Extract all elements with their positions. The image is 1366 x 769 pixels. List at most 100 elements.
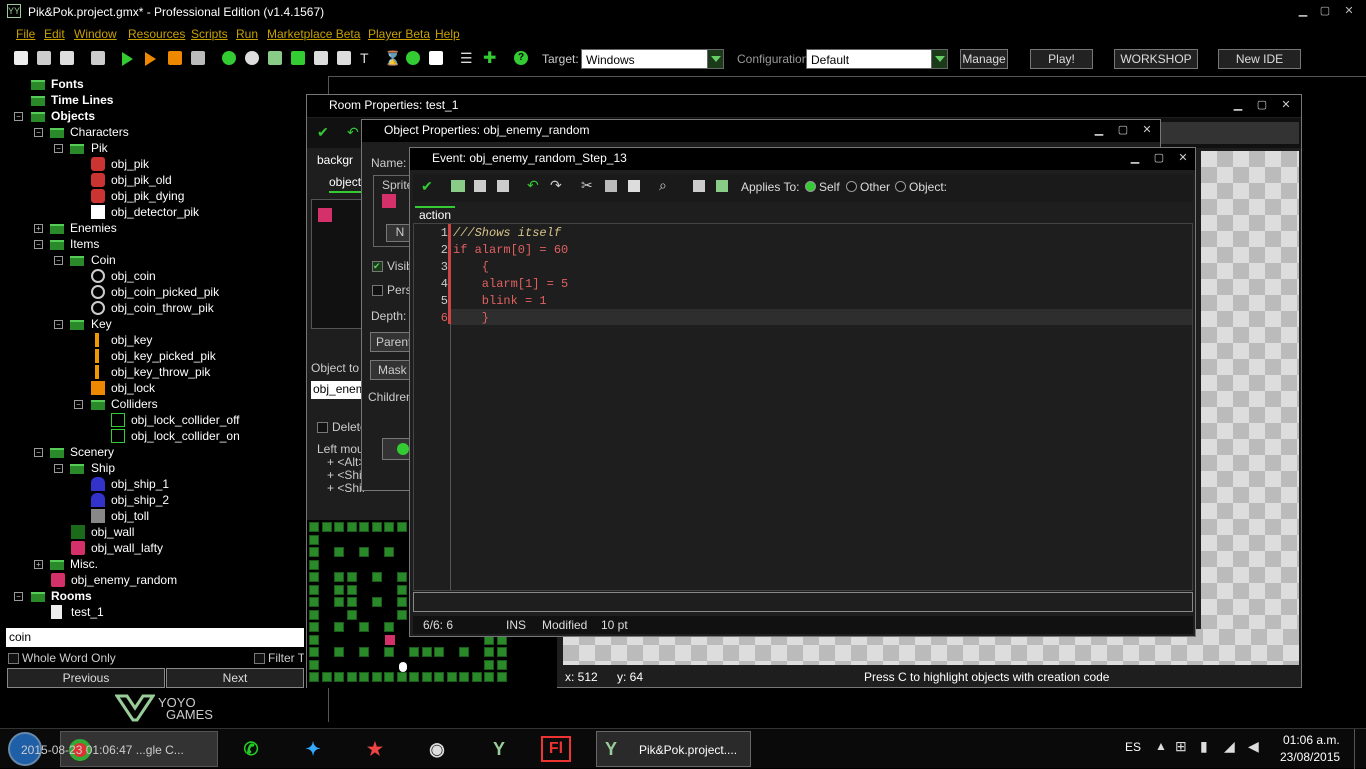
room-canvas-right[interactable] — [1201, 151, 1299, 629]
code-editor[interactable]: 1 ///Shows itself 2 if alarm[0] = 60 3 {… — [413, 223, 1193, 591]
expand-icon[interactable]: + — [34, 560, 43, 569]
workshop-button[interactable]: WORKSHOP — [1114, 49, 1198, 69]
tree-items[interactable]: Items — [70, 236, 99, 252]
menu-window[interactable]: Window — [74, 27, 117, 41]
tree-objects[interactable]: Objects — [51, 108, 95, 124]
taskbar-chrome-item[interactable]: 2015-08-23 01:06:47 ...gle C... — [21, 731, 218, 767]
collapse-icon[interactable]: − — [34, 128, 43, 137]
expand-icon[interactable]: + — [34, 224, 43, 233]
sound-icon[interactable] — [245, 51, 259, 65]
tree-obj-ship-2[interactable]: obj_ship_2 — [111, 492, 169, 508]
object-icon[interactable] — [406, 51, 420, 65]
clean-icon[interactable] — [191, 51, 205, 65]
self-radio[interactable] — [805, 181, 816, 192]
collapse-icon[interactable]: − — [54, 464, 63, 473]
info-button[interactable] — [382, 438, 410, 460]
run-icon[interactable] — [122, 52, 133, 66]
tree-obj-enemy-random[interactable]: obj_enemy_random — [71, 572, 177, 588]
tree-fonts[interactable]: Fonts — [51, 76, 84, 92]
bookmark-app-icon[interactable]: ★ — [355, 733, 395, 765]
script-icon[interactable] — [314, 51, 328, 65]
tab-backgrounds[interactable]: backgr — [317, 153, 367, 171]
tree-colliders[interactable]: Colliders — [111, 396, 158, 412]
tree-characters[interactable]: Characters — [70, 124, 129, 140]
tree-obj-toll[interactable]: obj_toll — [111, 508, 149, 524]
export-icon[interactable] — [716, 180, 728, 192]
delete-underlying-checkbox[interactable] — [317, 422, 328, 433]
menu-scripts[interactable]: Scripts — [191, 27, 228, 41]
tree-obj-coin-picked-pik[interactable]: obj_coin_picked_pik — [111, 284, 219, 300]
background-icon[interactable] — [268, 51, 282, 65]
gamemaker-icon[interactable]: Y — [479, 733, 519, 765]
code-h-scrollbar[interactable] — [413, 592, 1193, 612]
tree-enemies[interactable]: Enemies — [70, 220, 117, 236]
show-desktop-button[interactable] — [1354, 729, 1366, 769]
whole-word-checkbox[interactable] — [8, 653, 19, 664]
shader-icon[interactable] — [337, 51, 351, 65]
cut-icon[interactable]: ✂ — [581, 177, 593, 194]
print-icon[interactable] — [497, 180, 509, 192]
debug-icon[interactable] — [145, 52, 156, 66]
tree-obj-pik-old[interactable]: obj_pik_old — [111, 172, 172, 188]
open-icon[interactable] — [37, 51, 51, 65]
persistent-checkbox[interactable] — [372, 285, 383, 296]
tree-test-1[interactable]: test_1 — [71, 604, 104, 620]
collapse-icon[interactable]: − — [34, 240, 43, 249]
language-indicator[interactable]: ES — [1125, 740, 1141, 754]
collapse-icon[interactable]: − — [54, 144, 63, 153]
previous-button[interactable]: Previous — [7, 668, 165, 688]
goto-icon[interactable] — [693, 180, 705, 192]
tree-obj-coin[interactable]: obj_coin — [111, 268, 156, 284]
tree-misc[interactable]: Misc. — [70, 556, 98, 572]
minimize-icon[interactable]: ▁ — [1292, 5, 1314, 19]
tree-coin[interactable]: Coin — [91, 252, 116, 268]
tree-key[interactable]: Key — [91, 316, 112, 332]
tree-obj-wall[interactable]: obj_wall — [91, 524, 134, 540]
search-icon[interactable]: ⌕ — [659, 177, 667, 194]
tray-arrow-icon[interactable]: ▲ — [1155, 739, 1167, 753]
filter-tree-checkbox[interactable] — [254, 653, 265, 664]
maximize-icon[interactable]: ▢ — [1314, 5, 1336, 19]
menu-file[interactable]: File — [16, 27, 35, 41]
tree-obj-lock-collider-on[interactable]: obj_lock_collider_on — [131, 428, 240, 444]
new-ide-button[interactable]: New IDE — [1218, 49, 1301, 69]
collapse-icon[interactable]: − — [14, 592, 23, 601]
confirm-check-icon[interactable]: ✔ — [317, 124, 329, 141]
timeline-icon[interactable]: ⌛ — [384, 50, 401, 67]
profile-icon[interactable] — [168, 51, 182, 65]
tree-rooms[interactable]: Rooms — [51, 588, 92, 604]
sprite-icon[interactable] — [222, 51, 236, 65]
copy-icon[interactable] — [605, 180, 617, 192]
clock-time[interactable]: 01:06 a.m. — [1283, 733, 1340, 747]
tree-obj-key-throw-pik[interactable]: obj_key_throw_pik — [111, 364, 210, 380]
tree-ship[interactable]: Ship — [91, 460, 115, 476]
mask-button[interactable]: Mask — [370, 360, 410, 380]
network-icon[interactable]: ◢ — [1224, 738, 1235, 755]
configuration-select[interactable]: Default — [806, 49, 948, 69]
battery-icon[interactable]: ▮ — [1200, 738, 1208, 755]
close-icon[interactable]: ✕ — [1136, 124, 1158, 138]
tree-pik[interactable]: Pik — [91, 140, 108, 156]
collapse-icon[interactable]: − — [34, 448, 43, 457]
search-input[interactable]: coin — [6, 628, 304, 647]
other-radio[interactable] — [846, 181, 857, 192]
help-icon[interactable]: ? — [514, 51, 528, 65]
next-button[interactable]: Next — [166, 668, 304, 688]
minimize-icon[interactable]: ▁ — [1124, 152, 1146, 166]
collapse-icon[interactable]: − — [54, 320, 63, 329]
collapse-icon[interactable]: − — [74, 400, 83, 409]
tree-timelines[interactable]: Time Lines — [51, 92, 113, 108]
menu-marketplace[interactable]: Marketplace Beta — [267, 27, 360, 41]
bug-app-icon[interactable]: ◉ — [417, 733, 457, 765]
tree-obj-coin-throw-pik[interactable]: obj_coin_throw_pik — [111, 300, 214, 316]
tree-obj-pik[interactable]: obj_pik — [111, 156, 149, 172]
redo-icon[interactable]: ↷ — [550, 177, 562, 194]
menu-edit[interactable]: Edit — [44, 27, 65, 41]
maximize-icon[interactable]: ▢ — [1251, 99, 1273, 113]
font-icon[interactable]: T — [360, 50, 369, 66]
flash-icon[interactable]: Fl — [541, 736, 571, 762]
minimize-icon[interactable]: ▁ — [1088, 124, 1110, 138]
tree-obj-wall-lafty[interactable]: obj_wall_lafty — [91, 540, 163, 556]
tree-obj-pik-dying[interactable]: obj_pik_dying — [111, 188, 184, 204]
list-icon[interactable]: ☰ — [460, 50, 473, 67]
